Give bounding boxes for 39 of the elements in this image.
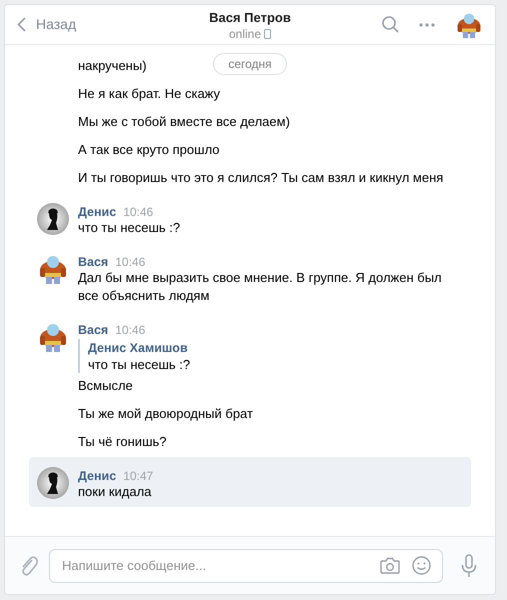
date-badge: сегодня bbox=[213, 53, 287, 75]
message-input[interactable]: Напишите сообщение... bbox=[49, 548, 443, 582]
message-text: Ты же мой двоюродный брат bbox=[78, 405, 253, 423]
chat-title: Вася Петров bbox=[209, 10, 291, 26]
message-text: что ты несешь :? bbox=[78, 219, 180, 237]
camera-icon[interactable] bbox=[380, 556, 400, 574]
avatar-icon bbox=[37, 253, 69, 285]
author-name[interactable]: Денис bbox=[78, 203, 116, 222]
message-text: поки кидала bbox=[78, 483, 152, 501]
back-link[interactable]: Назад bbox=[17, 14, 76, 35]
online-status: online bbox=[228, 27, 262, 41]
avatar-icon bbox=[37, 321, 69, 353]
emoji-icon[interactable] bbox=[412, 556, 431, 574]
phone-icon bbox=[264, 29, 272, 39]
more-icon[interactable] bbox=[419, 22, 435, 26]
message-text: Ты чё гонишь? bbox=[78, 433, 166, 451]
message-time: 10:47 bbox=[123, 468, 154, 485]
message-text: Дал бы мне выразить свое мнение. В группе. Я должен был все объяснить людям bbox=[78, 269, 443, 305]
message-text: А так все круто прошло bbox=[78, 141, 220, 159]
microphone-icon[interactable] bbox=[461, 554, 477, 578]
back-icon[interactable] bbox=[17, 17, 26, 32]
author-name[interactable]: Денис bbox=[78, 467, 116, 486]
message-time: 10:46 bbox=[115, 322, 146, 339]
quote-author: Денис Хамишов bbox=[88, 340, 189, 357]
avatar-icon[interactable] bbox=[455, 10, 483, 38]
message-time: 10:46 bbox=[123, 204, 154, 221]
message-text: И ты говоришь что это я слился? Ты сам взял и кикнул меня bbox=[78, 169, 444, 187]
avatar-icon bbox=[37, 203, 69, 235]
message-text: Всмысле bbox=[78, 377, 133, 395]
author-name[interactable]: Вася bbox=[78, 253, 108, 272]
quote-text: что ты несешь :? bbox=[88, 357, 192, 373]
message-text: Мы же с тобой вместе все делаем) bbox=[78, 113, 290, 131]
message-text: Не я как брат. Не скажу bbox=[78, 85, 220, 103]
message-time: 10:46 bbox=[115, 254, 146, 271]
message-highlight[interactable]: Денис 10:47 поки кидала bbox=[29, 457, 471, 507]
avatar-icon bbox=[37, 467, 69, 499]
message-text: накручены) bbox=[78, 57, 147, 75]
author-name[interactable]: Вася bbox=[78, 321, 108, 340]
search-icon[interactable] bbox=[382, 16, 399, 33]
